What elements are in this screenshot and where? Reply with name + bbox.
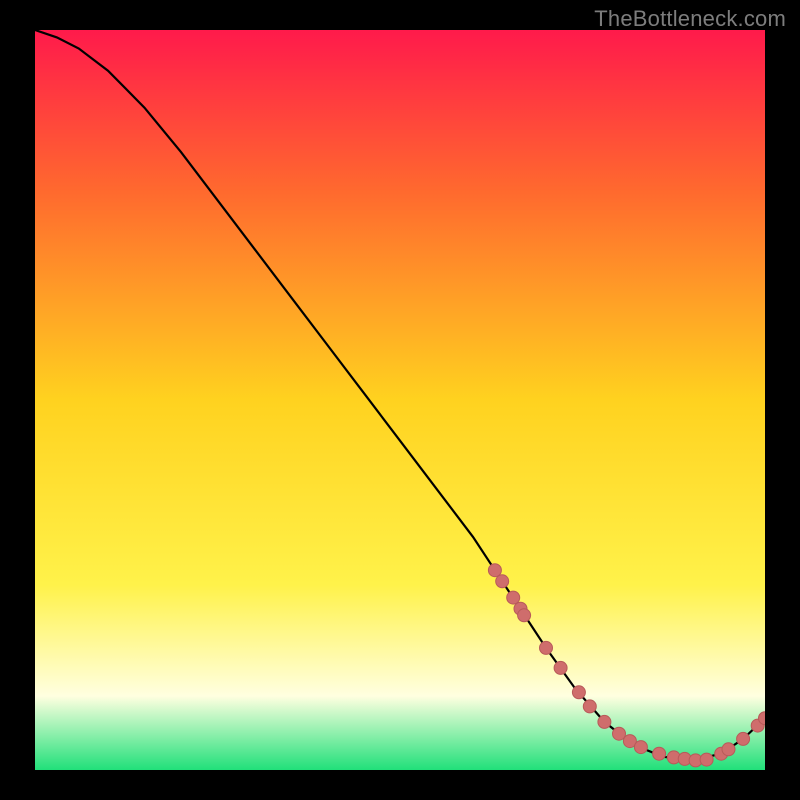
- marker-point: [518, 609, 531, 622]
- marker-point: [540, 641, 553, 654]
- marker-point: [507, 591, 520, 604]
- marker-point: [554, 661, 567, 674]
- marker-point: [488, 564, 501, 577]
- marker-point: [496, 575, 509, 588]
- marker-point: [634, 741, 647, 754]
- chart-stage: TheBottleneck.com: [0, 0, 800, 800]
- marker-point: [722, 743, 735, 756]
- marker-point: [572, 686, 585, 699]
- gradient-background: [35, 30, 765, 770]
- chart-svg: [35, 30, 765, 770]
- marker-point: [653, 747, 666, 760]
- marker-point: [700, 753, 713, 766]
- marker-point: [598, 715, 611, 728]
- attribution-label: TheBottleneck.com: [594, 6, 786, 32]
- plot-area: [35, 30, 765, 770]
- marker-point: [583, 700, 596, 713]
- marker-point: [737, 732, 750, 745]
